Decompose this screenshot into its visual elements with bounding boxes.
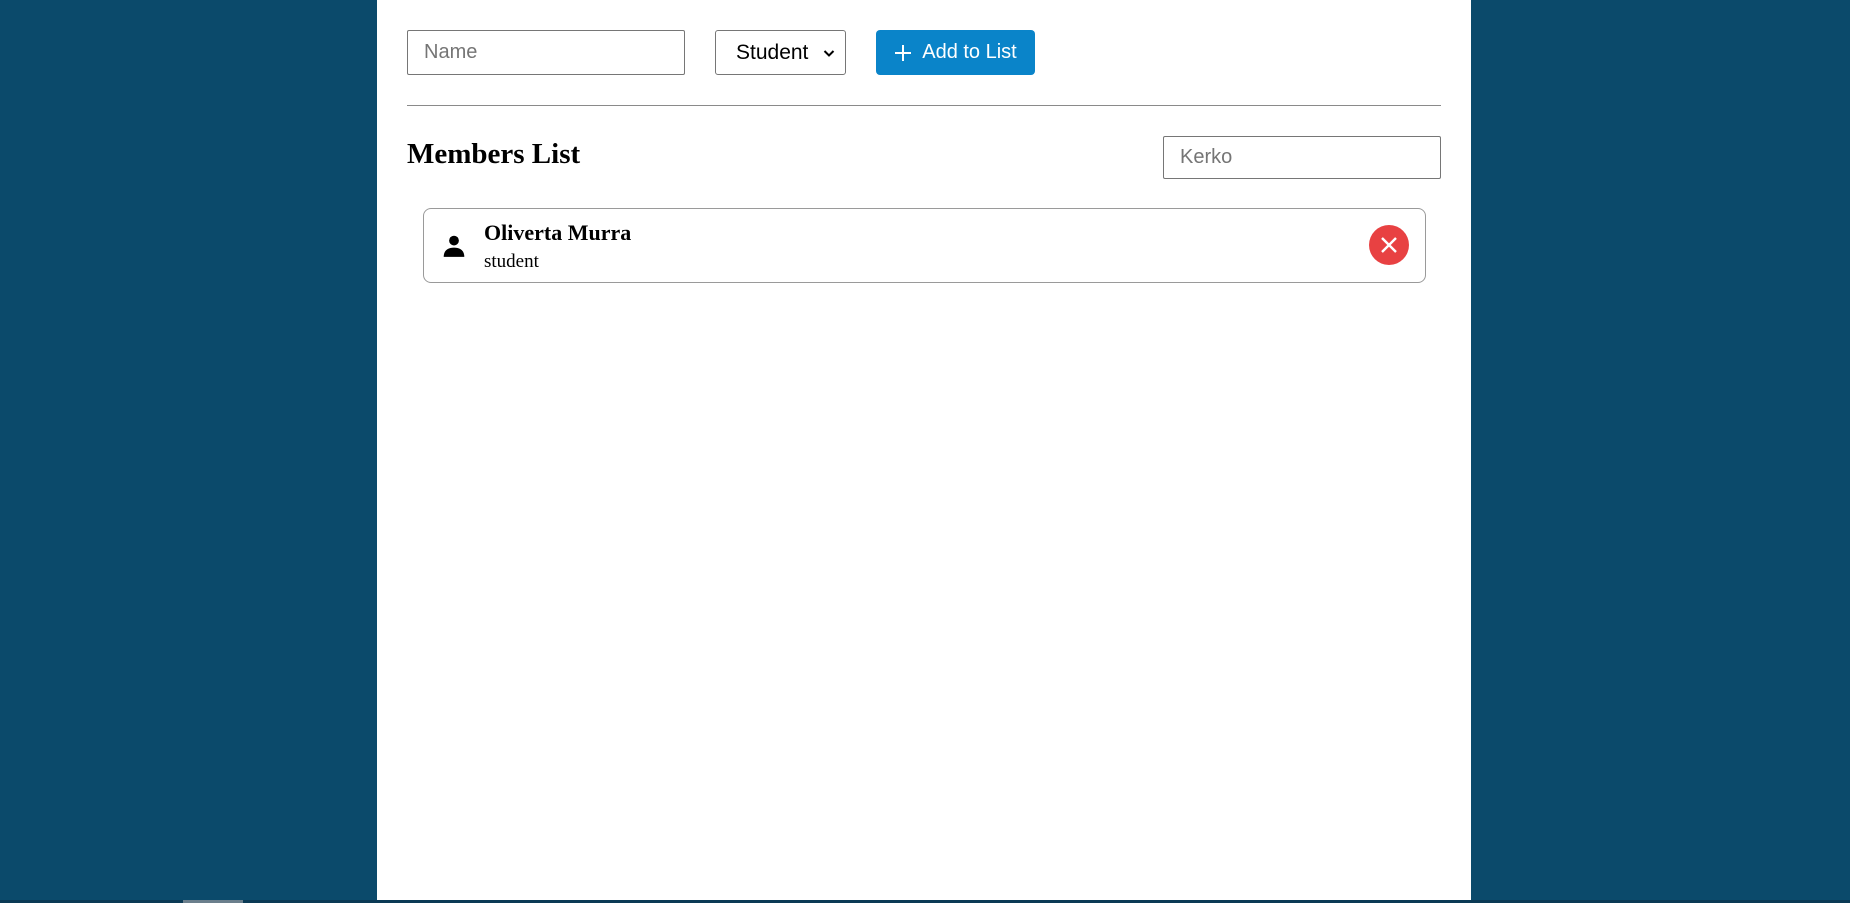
person-icon bbox=[443, 235, 465, 257]
remove-member-button[interactable] bbox=[1369, 225, 1409, 265]
close-icon bbox=[1381, 237, 1397, 253]
main-panel: Student Add to List Members List Olivert… bbox=[377, 0, 1471, 900]
role-select[interactable]: Student bbox=[715, 30, 846, 75]
search-input[interactable] bbox=[1163, 136, 1441, 179]
name-input[interactable] bbox=[407, 30, 685, 75]
members-list: Oliverta Murra student bbox=[423, 208, 1426, 283]
plus-icon bbox=[895, 44, 912, 61]
member-role: student bbox=[484, 251, 539, 272]
add-to-list-label: Add to List bbox=[922, 41, 1017, 63]
members-list-title: Members List bbox=[407, 138, 581, 170]
role-select-value: Student bbox=[736, 40, 809, 64]
member-name: Oliverta Murra bbox=[484, 220, 632, 245]
member-card: Oliverta Murra student bbox=[423, 208, 1426, 283]
section-divider bbox=[407, 105, 1441, 106]
add-member-form: Student Add to List bbox=[407, 30, 1035, 75]
add-to-list-button[interactable]: Add to List bbox=[876, 30, 1035, 75]
chevron-down-icon bbox=[823, 49, 835, 57]
